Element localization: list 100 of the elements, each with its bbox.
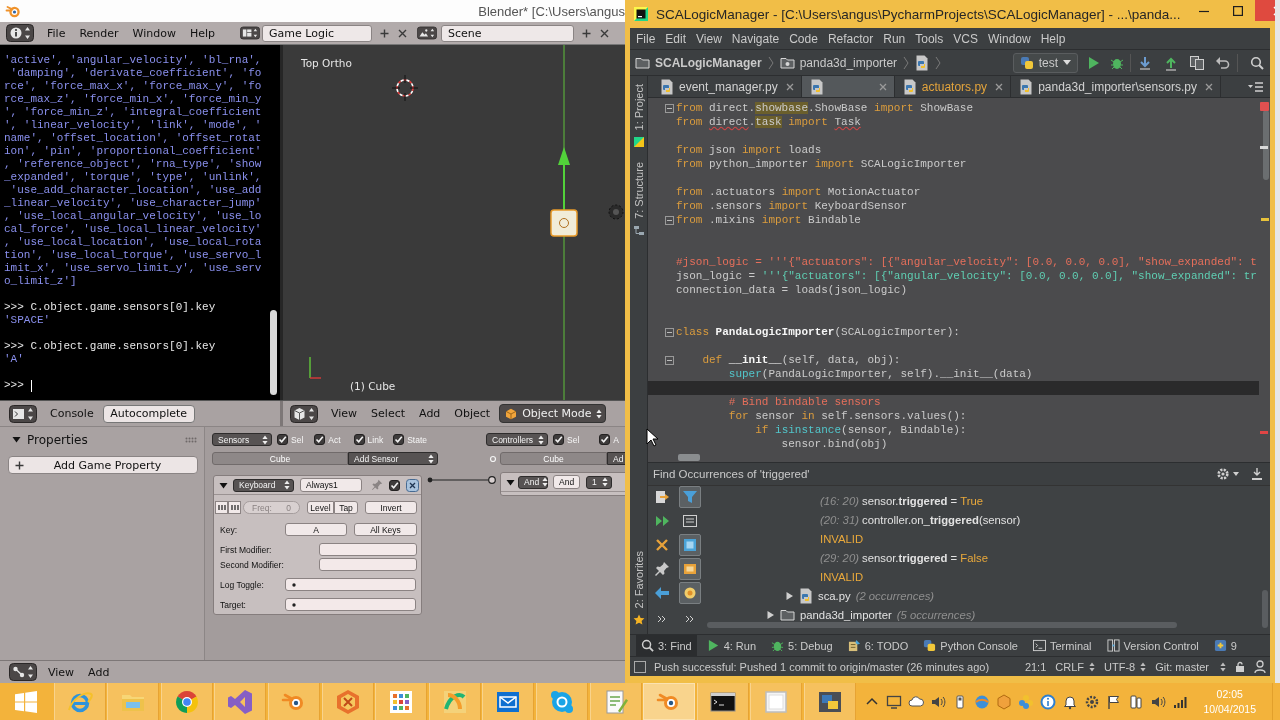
two-pages-icon[interactable] <box>1189 54 1205 71</box>
expand-triangle-icon[interactable] <box>766 609 775 620</box>
menu-item[interactable]: Tools <box>910 31 949 46</box>
gear-icon[interactable] <box>1083 693 1100 710</box>
plus-icon[interactable] <box>380 28 390 38</box>
menu-item[interactable]: Select <box>364 407 413 420</box>
back-arrow-icon[interactable] <box>654 585 670 601</box>
editor-tab[interactable]: panda3d_importer\sensors.py <box>1011 76 1221 97</box>
flag-icon[interactable] <box>1105 693 1122 710</box>
key-button[interactable]: A <box>285 523 347 536</box>
usage-item[interactable]: (16: 20) sensor.triggered = True <box>820 494 983 507</box>
property-field[interactable] <box>285 598 416 611</box>
menu-item[interactable]: Render <box>72 26 126 40</box>
tool-window-tab[interactable]: 5: Debug <box>766 635 838 656</box>
fold-icon[interactable] <box>665 215 674 225</box>
menu-item[interactable]: Object <box>447 407 498 420</box>
list-icon[interactable] <box>1248 80 1264 93</box>
toggle-button[interactable] <box>679 534 701 556</box>
menu-item[interactable]: File <box>631 31 661 46</box>
toggle-button[interactable] <box>679 558 701 580</box>
circle-object[interactable] <box>608 204 624 220</box>
invert-button[interactable]: Invert <box>365 501 417 514</box>
menu-item[interactable]: VCS <box>948 31 983 46</box>
close-icon[interactable] <box>995 82 1004 91</box>
scrollbar[interactable] <box>707 622 1177 628</box>
property-field[interactable] <box>285 578 416 591</box>
monitor-icon[interactable] <box>885 693 902 710</box>
add-brick-dropdown[interactable]: Ad <box>607 452 625 465</box>
tool-window-tab[interactable]: Python Console <box>918 635 1023 656</box>
brick-name-field[interactable]: And <box>553 475 580 489</box>
menu-item[interactable]: Window <box>125 26 183 40</box>
checkbox[interactable] <box>314 434 326 445</box>
brick-type-dropdown[interactable]: Keyboard <box>233 478 294 492</box>
caret-position[interactable]: 21:1 <box>1024 660 1047 673</box>
scene-field[interactable]: Scene <box>441 24 575 42</box>
python-file-icon[interactable] <box>915 54 930 71</box>
tool-window-tab[interactable]: 4: Run <box>701 635 762 656</box>
panes-icon[interactable] <box>240 24 261 42</box>
double-chevron-icon[interactable] <box>685 615 695 623</box>
state-dropdown[interactable]: 1 <box>586 475 612 489</box>
remove-icon[interactable] <box>406 478 419 492</box>
menu-item[interactable]: Window <box>982 31 1036 46</box>
input-field[interactable] <box>319 543 417 556</box>
menu-item[interactable]: File <box>40 26 73 40</box>
branch-selector[interactable]: Git: master <box>1155 660 1226 673</box>
run-config-dropdown[interactable]: test <box>1012 52 1078 73</box>
breadcrumb[interactable]: SCALogicManager <box>635 55 762 70</box>
expand-triangle-icon[interactable] <box>219 480 228 490</box>
usage-item[interactable]: (29: 20) sensor.triggered = False <box>820 551 988 564</box>
expand-triangle-icon[interactable] <box>12 435 21 444</box>
menu-item[interactable]: View <box>691 31 727 46</box>
mode-dropdown[interactable]: Object Mode <box>499 404 607 423</box>
drag-handle-icon[interactable] <box>185 436 197 443</box>
tool-window-tab[interactable]: 6: TODO <box>842 635 914 656</box>
menu-item[interactable]: Run <box>878 31 911 46</box>
expand-triangle-icon[interactable] <box>506 477 515 487</box>
scrollbar[interactable] <box>1263 110 1269 180</box>
download-arrow-icon[interactable] <box>1250 467 1264 481</box>
toggle-button[interactable] <box>679 582 701 604</box>
tool-window-button[interactable]: 1: Project <box>632 84 645 149</box>
toggle-button[interactable]: Tap <box>334 501 358 514</box>
up-arrow-icon[interactable] <box>558 147 570 211</box>
node-link-icon[interactable] <box>9 663 37 681</box>
landscape-icon[interactable] <box>417 24 438 42</box>
logic-type-dropdown[interactable]: Controllers <box>486 433 548 446</box>
plus-icon[interactable] <box>582 28 592 38</box>
page-arrow-icon[interactable] <box>654 489 670 505</box>
toggle-button[interactable] <box>679 486 701 508</box>
logic-type-dropdown[interactable]: Sensors <box>212 433 272 446</box>
search-icon[interactable] <box>1250 55 1264 70</box>
editor-tab[interactable] <box>801 76 895 97</box>
add-property-button[interactable]: Add Game Property <box>8 456 198 474</box>
square-outline-icon[interactable] <box>634 660 646 673</box>
autocomplete-button[interactable]: Autocomplete <box>102 404 195 423</box>
checkbox[interactable] <box>353 434 365 445</box>
breadcrumb[interactable]: panda3d_importer <box>779 55 898 70</box>
tree-node-label[interactable]: sca.py <box>818 589 851 602</box>
close-icon[interactable] <box>398 28 408 38</box>
menu-item[interactable]: Refactor <box>822 31 879 46</box>
fold-icon[interactable] <box>665 103 674 113</box>
bell-icon[interactable] <box>1061 693 1078 710</box>
play-icon[interactable] <box>1088 55 1100 70</box>
checkbox[interactable] <box>389 479 400 491</box>
layout-field[interactable]: Game Logic <box>262 24 373 42</box>
menu-item[interactable]: View <box>324 407 365 420</box>
tool-window-tab[interactable]: 9 <box>1208 635 1242 656</box>
info-icon[interactable] <box>1039 693 1056 710</box>
menu-item[interactable]: Add <box>412 407 448 420</box>
rectangles-icon[interactable] <box>1127 693 1144 710</box>
brick-name-field[interactable]: Always1 <box>300 478 362 492</box>
lock-icon[interactable] <box>1235 660 1245 673</box>
gear-icon[interactable] <box>1216 467 1230 481</box>
editor-tab[interactable]: event_manager.py <box>652 76 802 97</box>
tree-node-label[interactable]: panda3d_importer <box>800 608 892 621</box>
menu-item[interactable]: View <box>41 665 82 679</box>
menu-item[interactable]: Help <box>182 26 223 40</box>
tool-window-tab[interactable]: Version Control <box>1101 635 1204 656</box>
close-icon[interactable] <box>655 538 669 552</box>
scrollbar[interactable] <box>678 454 700 461</box>
pulse-button[interactable] <box>215 501 228 514</box>
